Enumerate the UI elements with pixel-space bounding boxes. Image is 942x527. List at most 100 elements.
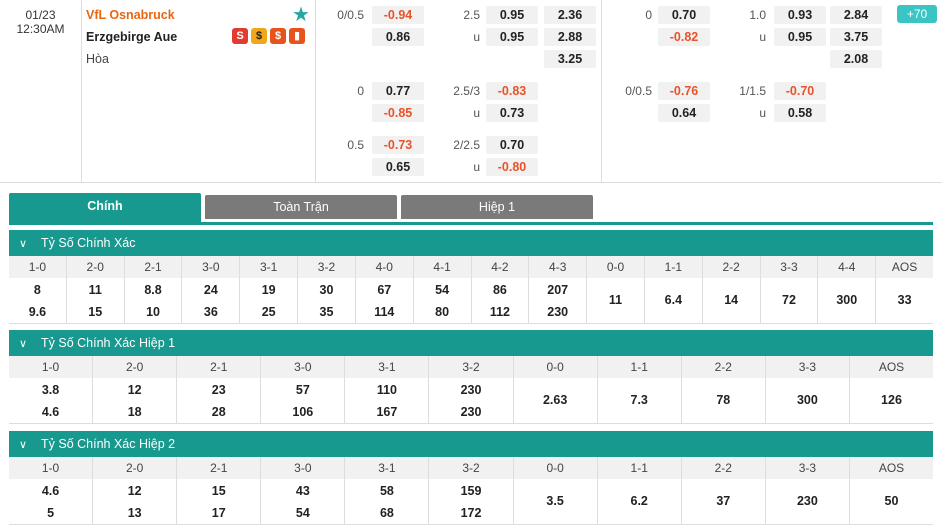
score-odds-cell[interactable]: 126 [850, 378, 933, 423]
score-odds-cell[interactable]: 50 [850, 479, 933, 524]
score-odd[interactable]: 57 [261, 383, 344, 397]
score-odd[interactable]: 11 [67, 283, 124, 297]
score-odds-cell[interactable]: 24 36 [182, 278, 241, 323]
ah-away-odd[interactable]: 0.86 [372, 28, 424, 46]
score-odd[interactable]: 112 [472, 305, 529, 319]
score-odds-cell[interactable]: 4.6 5 [9, 479, 94, 524]
score-odds-cell[interactable]: 300 [818, 278, 877, 323]
score-odds-cell[interactable]: 8.8 10 [125, 278, 183, 323]
score-odds-cell[interactable]: 37 [682, 479, 766, 524]
score-odd[interactable]: 2.63 [514, 393, 597, 407]
score-odd[interactable]: 12 [93, 484, 176, 498]
score-odds-cell[interactable]: 12 13 [93, 479, 178, 524]
score-odds-cell[interactable]: 72 [761, 278, 819, 323]
score-odd[interactable]: 13 [93, 506, 176, 520]
score-odds-cell[interactable]: 15 17 [177, 479, 262, 524]
section-header[interactable]: ∨ Tỷ Số Chính Xác Hiệp 1 [9, 330, 933, 356]
score-odds-cell[interactable]: 3.5 [514, 479, 598, 524]
score-odd[interactable]: 207 [529, 283, 586, 297]
ou-over-odd[interactable]: 0.70 [486, 136, 538, 154]
score-odd[interactable]: 3.5 [514, 494, 597, 508]
x12-away-odd[interactable]: 3.75 [830, 28, 882, 46]
section-header[interactable]: ∨ Tỷ Số Chính Xác Hiệp 2 [9, 431, 933, 457]
score-odd[interactable]: 30 [298, 283, 355, 297]
score-odds-cell[interactable]: 8 9.6 [9, 278, 67, 323]
score-odd[interactable]: 78 [682, 393, 765, 407]
score-odd[interactable]: 67 [356, 283, 413, 297]
score-odd[interactable]: 80 [414, 305, 471, 319]
tab-main[interactable]: Chính [9, 193, 201, 223]
score-odds-cell[interactable]: 230 [766, 479, 850, 524]
score-odds-cell[interactable]: 300 [766, 378, 850, 423]
score-odds-cell[interactable]: 78 [682, 378, 766, 423]
score-odds-cell[interactable]: 57 106 [261, 378, 346, 423]
score-odd[interactable]: 12 [93, 383, 176, 397]
ou-under-odd[interactable]: 0.95 [486, 28, 538, 46]
score-odd[interactable]: 159 [429, 484, 512, 498]
score-odd[interactable]: 15 [177, 484, 260, 498]
score-odds-cell[interactable]: 159 172 [429, 479, 514, 524]
score-odds-cell[interactable]: 43 54 [261, 479, 346, 524]
x12-away-odd[interactable]: 2.88 [544, 28, 596, 46]
coin-icon[interactable]: $ [251, 28, 267, 44]
score-odd[interactable]: 33 [876, 293, 933, 307]
score-odd[interactable]: 230 [429, 383, 512, 397]
tab-full-match[interactable]: Toàn Trận [205, 195, 397, 219]
ah-away-odd[interactable]: 0.65 [372, 158, 424, 176]
score-odds-cell[interactable]: 230 230 [429, 378, 514, 423]
score-odds-cell[interactable]: 58 68 [345, 479, 430, 524]
score-odds-cell[interactable]: 12 18 [93, 378, 178, 423]
ah-home-odd[interactable]: -0.94 [372, 6, 424, 24]
x12-home-odd[interactable]: 2.84 [830, 6, 882, 24]
score-odd[interactable]: 126 [850, 393, 933, 407]
score-odd[interactable]: 4.6 [9, 484, 92, 498]
score-odd[interactable]: 28 [177, 405, 260, 419]
score-odds-cell[interactable]: 54 80 [414, 278, 472, 323]
score-odds-cell[interactable]: 110 167 [345, 378, 430, 423]
score-odd[interactable]: 114 [356, 305, 413, 319]
home-team[interactable]: VfL Osnabruck [86, 8, 175, 22]
score-odd[interactable]: 25 [240, 305, 297, 319]
ou-over-odd[interactable]: -0.70 [774, 82, 826, 100]
score-odds-cell[interactable]: 11 15 [67, 278, 125, 323]
score-odds-cell[interactable]: 14 [703, 278, 761, 323]
score-odds-cell[interactable]: 2.63 [514, 378, 598, 423]
score-odd[interactable]: 36 [182, 305, 239, 319]
stats-s-icon[interactable]: S [232, 28, 248, 44]
score-odd[interactable]: 58 [345, 484, 428, 498]
x12-draw-odd[interactable]: 3.25 [544, 50, 596, 68]
ou-over-odd[interactable]: 0.95 [486, 6, 538, 24]
score-odd[interactable]: 106 [261, 405, 344, 419]
score-odd[interactable]: 54 [261, 506, 344, 520]
score-odd[interactable]: 172 [429, 506, 512, 520]
score-odd[interactable]: 10 [125, 305, 182, 319]
score-odd[interactable]: 24 [182, 283, 239, 297]
score-odd[interactable]: 3.8 [9, 383, 92, 397]
score-odd[interactable]: 8 [9, 283, 66, 297]
score-odd[interactable]: 11 [587, 293, 644, 307]
ou-under-odd[interactable]: 0.73 [486, 104, 538, 122]
score-odd[interactable]: 19 [240, 283, 297, 297]
x12-draw-odd[interactable]: 2.08 [830, 50, 882, 68]
score-odd[interactable]: 6.2 [598, 494, 681, 508]
score-odds-cell[interactable]: 3.8 4.6 [9, 378, 94, 423]
ou-over-odd[interactable]: 0.93 [774, 6, 826, 24]
score-odd[interactable]: 230 [766, 494, 849, 508]
score-odd[interactable]: 110 [345, 383, 428, 397]
score-odd[interactable]: 5 [9, 506, 92, 520]
more-markets-badge[interactable]: +70 [897, 5, 937, 23]
score-odd[interactable]: 8.8 [125, 283, 182, 297]
score-odds-cell[interactable]: 19 25 [240, 278, 299, 323]
score-odds-cell[interactable]: 33 [876, 278, 933, 323]
ah-home-odd[interactable]: 0.77 [372, 82, 424, 100]
score-odds-cell[interactable]: 11 [587, 278, 645, 323]
score-odds-cell[interactable]: 207 230 [529, 278, 588, 323]
ah-away-odd[interactable]: 0.64 [658, 104, 710, 122]
dollar-icon[interactable]: $ [270, 28, 286, 44]
score-odd[interactable]: 37 [682, 494, 765, 508]
ah-home-odd[interactable]: -0.76 [658, 82, 710, 100]
ah-home-odd[interactable]: 0.70 [658, 6, 710, 24]
score-odds-cell[interactable]: 6.4 [645, 278, 703, 323]
score-odd[interactable]: 300 [766, 393, 849, 407]
bar-chart-icon[interactable]: ▮ [289, 28, 305, 44]
